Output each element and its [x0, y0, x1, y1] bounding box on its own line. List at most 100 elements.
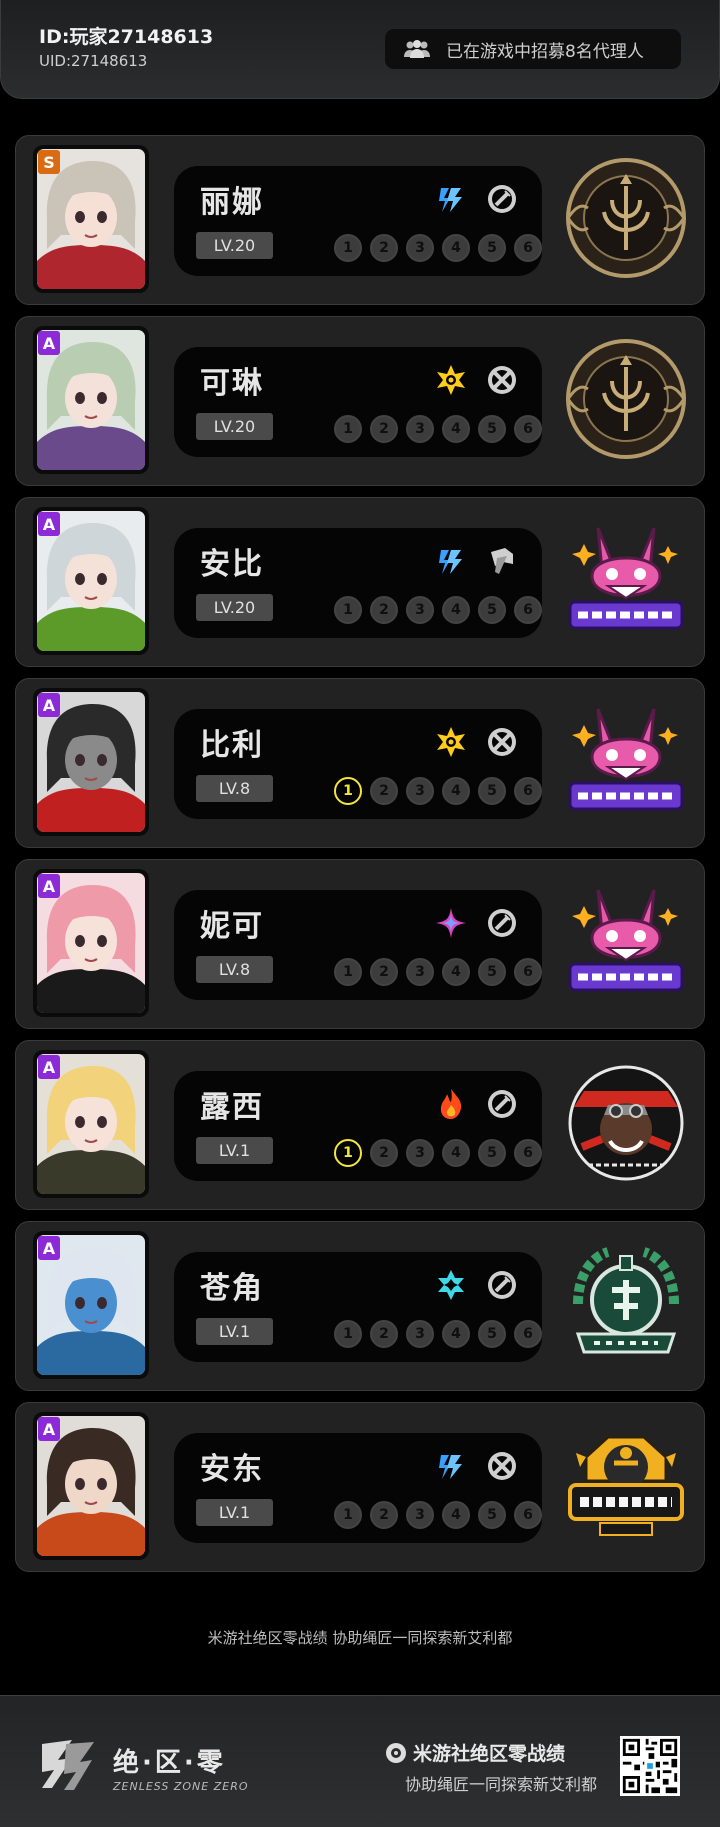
mindscape-node-5: 5: [478, 958, 506, 986]
support-role-icon: [485, 906, 519, 940]
mindscape-node-2: 2: [370, 1139, 398, 1167]
mindscape-row: 123456: [334, 596, 550, 624]
mindscape-node-5: 5: [478, 596, 506, 624]
mindscape-node-6: 6: [514, 234, 542, 262]
agent-name: 安东: [200, 1452, 264, 1487]
mindscape-node-6: 6: [514, 1320, 542, 1348]
mindscape-node-6: 6: [514, 1501, 542, 1529]
agent-portrait[interactable]: A: [33, 507, 149, 655]
mindscape-node-3: 3: [406, 1320, 434, 1348]
mindscape-node-3: 3: [406, 1501, 434, 1529]
agent-card[interactable]: A 妮可 LV.8 1 2 3 4 5 6: [15, 859, 705, 1029]
mindscape-node-1: 1: [334, 596, 362, 624]
rank-badge: A: [38, 1055, 60, 1079]
belobog-faction-icon: [564, 1423, 688, 1547]
agent-info-panel: 可琳 LV.20 1 2 3 4 5 6: [174, 347, 542, 457]
agent-level: LV.20: [196, 594, 273, 621]
physical-element-icon: [434, 725, 468, 759]
mindscape-node-6: 6: [514, 1139, 542, 1167]
agent-card[interactable]: A 安比 LV.20 1 2 3 4 5 6: [15, 497, 705, 667]
agent-portrait[interactable]: S: [33, 145, 149, 293]
mindscape-node-1: 1: [334, 415, 362, 443]
rank-badge: A: [38, 693, 60, 717]
agent-name: 比利: [200, 728, 264, 763]
agent-level: LV.8: [196, 775, 273, 802]
mindscape-node-2: 2: [370, 777, 398, 805]
mindscape-node-1: 1: [334, 958, 362, 986]
stun-role-icon: [485, 544, 519, 578]
mindscape-node-1: 1: [334, 1139, 362, 1167]
mindscape-node-4: 4: [442, 234, 470, 262]
agent-name: 妮可: [200, 909, 264, 944]
mindscape-node-4: 4: [442, 1139, 470, 1167]
agent-card[interactable]: A 可琳 LV.20 1 2 3 4 5 6: [15, 316, 705, 486]
mindscape-node-3: 3: [406, 958, 434, 986]
agent-card[interactable]: A 露西 LV.1 1 2 3 4 5 6: [15, 1040, 705, 1210]
agent-portrait[interactable]: A: [33, 326, 149, 474]
agent-info-panel: 安东 LV.1 1 2 3 4 5 6: [174, 1433, 542, 1543]
agent-card[interactable]: A 安东 LV.1 1 2 3 4 5 6: [15, 1402, 705, 1572]
cunning-hares-faction-icon: [564, 880, 688, 1004]
mindscape-node-3: 3: [406, 234, 434, 262]
mindscape-node-4: 4: [442, 596, 470, 624]
mindscape-node-6: 6: [514, 415, 542, 443]
agent-card[interactable]: S 丽娜 LV.20 1 2 3 4 5 6: [15, 135, 705, 305]
agent-level: LV.1: [196, 1137, 273, 1164]
agent-card[interactable]: A 比利 LV.8 1 2 3 4 5 6: [15, 678, 705, 848]
mindscape-node-3: 3: [406, 415, 434, 443]
agent-portrait[interactable]: A: [33, 1231, 149, 1379]
game-logo-text: 绝·区·零: [113, 1748, 226, 1778]
promo-text: 米游社绝区零战绩 协助绳匠一同探索新艾利都: [207, 1629, 513, 1647]
mindscape-node-1: 1: [334, 234, 362, 262]
agent-level: LV.1: [196, 1318, 273, 1345]
agent-name: 露西: [200, 1090, 264, 1125]
recruit-text: 已在游戏中招募8名代理人: [446, 41, 644, 62]
zzz-logo-icon: [42, 1740, 94, 1790]
mindscape-node-4: 4: [442, 777, 470, 805]
player-id: ID:玩家27148613: [39, 26, 214, 48]
qr-code-icon[interactable]: [620, 1736, 680, 1796]
rank-badge: A: [38, 1417, 60, 1441]
agent-portrait[interactable]: A: [33, 1412, 149, 1560]
agent-info-panel: 比利 LV.8 1 2 3 4 5 6: [174, 709, 542, 819]
agent-info-panel: 露西 LV.1 1 2 3 4 5 6: [174, 1071, 542, 1181]
agent-level: LV.20: [196, 232, 273, 259]
victoria-housekeeping-faction-icon: [564, 156, 688, 280]
mindscape-node-3: 3: [406, 596, 434, 624]
mindscape-node-2: 2: [370, 234, 398, 262]
agent-portrait[interactable]: A: [33, 1050, 149, 1198]
profile-header: ID:玩家27148613 UID:27148613 已在游戏中招募8名代理人: [0, 0, 720, 99]
mindscape-row: 123456: [334, 1139, 550, 1167]
mindscape-row: 123456: [334, 415, 550, 443]
mindscape-row: 123456: [334, 234, 550, 262]
mindscape-node-6: 6: [514, 777, 542, 805]
agent-info-panel: 苍角 LV.1 1 2 3 4 5 6: [174, 1252, 542, 1362]
agent-level: LV.20: [196, 413, 273, 440]
agent-name: 可琳: [200, 366, 264, 401]
group-icon: [404, 40, 430, 58]
mindscape-node-3: 3: [406, 777, 434, 805]
mindscape-node-1: 1: [334, 777, 362, 805]
agent-card[interactable]: A 苍角 LV.1 1 2 3 4 5 6: [15, 1221, 705, 1391]
mindscape-node-1: 1: [334, 1501, 362, 1529]
support-role-icon: [485, 182, 519, 216]
mindscape-node-2: 2: [370, 958, 398, 986]
physical-element-icon: [434, 363, 468, 397]
cunning-hares-faction-icon: [564, 518, 688, 642]
rank-badge: A: [38, 512, 60, 536]
mindscape-node-5: 5: [478, 1139, 506, 1167]
agent-info-panel: 妮可 LV.8 1 2 3 4 5 6: [174, 890, 542, 1000]
victoria-housekeeping-faction-icon: [564, 337, 688, 461]
agent-level: LV.8: [196, 956, 273, 983]
footer: 绝·区·零 ZENLESS ZONE ZERO 米游社绝区零战绩 协助绳匠一同探…: [0, 1695, 720, 1827]
fire-element-icon: [434, 1087, 468, 1121]
mindscape-node-2: 2: [370, 1320, 398, 1348]
attack-role-icon: [485, 1449, 519, 1483]
agent-name: 丽娜: [200, 185, 264, 220]
agent-portrait[interactable]: A: [33, 688, 149, 836]
cunning-hares-faction-icon: [564, 699, 688, 823]
mindscape-node-1: 1: [334, 1320, 362, 1348]
mindscape-node-6: 6: [514, 596, 542, 624]
agent-portrait[interactable]: A: [33, 869, 149, 1017]
recruit-badge[interactable]: 已在游戏中招募8名代理人: [385, 29, 681, 69]
